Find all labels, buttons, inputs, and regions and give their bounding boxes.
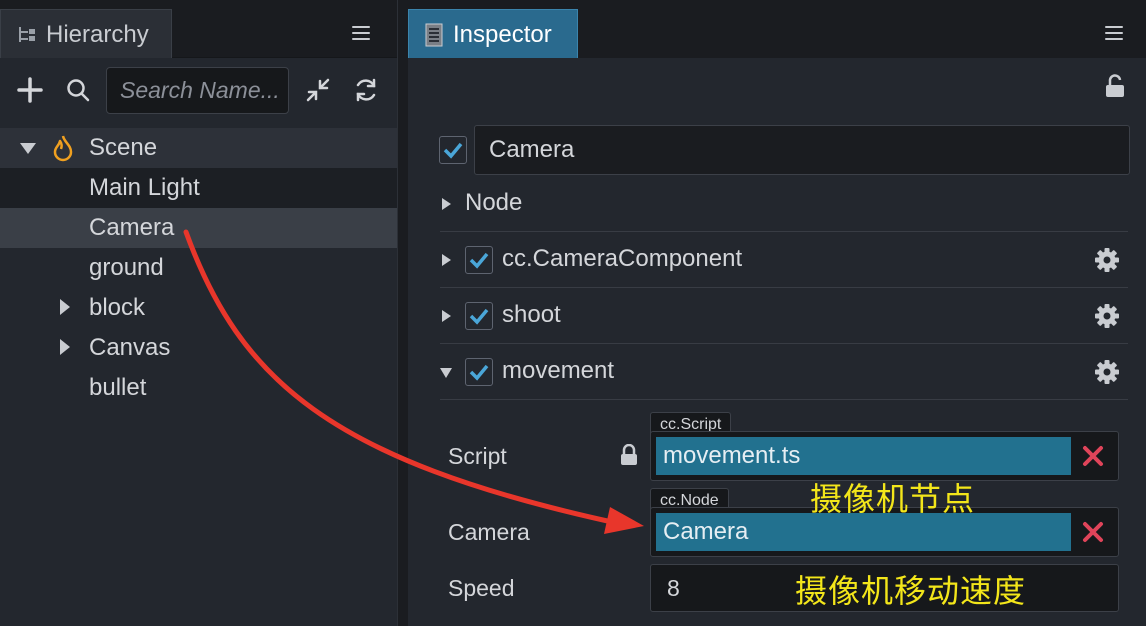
section-node[interactable]: Node (440, 176, 1128, 232)
check-icon (469, 308, 489, 325)
tree-row-bullet[interactable]: bullet (0, 368, 397, 408)
tree-item-label: Canvas (89, 334, 171, 361)
tree-row-camera[interactable]: Camera (0, 208, 397, 248)
check-icon (469, 364, 489, 381)
section-camera-component[interactable]: cc.CameraComponent (440, 232, 1128, 288)
expand-arrow-icon[interactable] (442, 198, 451, 210)
tree-row-ground[interactable]: ground (0, 248, 397, 288)
search-icon (67, 79, 90, 102)
expand-arrow-icon[interactable] (442, 254, 451, 266)
expand-arrow-icon[interactable] (60, 299, 70, 315)
clear-x-icon[interactable] (1081, 520, 1105, 544)
section-label: cc.CameraComponent (502, 245, 743, 272)
refresh-icon (356, 78, 376, 102)
tree-row-main-light[interactable]: Main Light (0, 168, 397, 208)
search-input[interactable]: Search Name... (106, 67, 289, 114)
hierarchy-tree-icon (19, 27, 35, 42)
script-ref-value[interactable]: movement.ts (656, 437, 1071, 475)
check-icon (469, 252, 489, 269)
prop-label-camera: Camera (448, 519, 530, 545)
unlock-icon[interactable] (1105, 74, 1125, 98)
tree-row-canvas[interactable]: Canvas (0, 328, 397, 368)
tree-item-label: ground (89, 254, 164, 281)
node-active-checkbox[interactable] (439, 136, 467, 164)
section-label: shoot (502, 301, 561, 328)
gear-icon[interactable] (1094, 247, 1120, 273)
section-movement[interactable]: movement (440, 344, 1128, 400)
hierarchy-panel: Hierarchy Search Name... Scene Main Ligh… (0, 0, 397, 626)
panel-divider[interactable] (397, 0, 408, 626)
component-enabled-checkbox[interactable] (465, 358, 493, 386)
hierarchy-tabbar: Hierarchy (0, 0, 397, 58)
tab-hierarchy-label: Hierarchy (46, 21, 149, 48)
tree-item-label: Camera (89, 214, 175, 241)
collapse-all-button[interactable] (300, 72, 336, 108)
component-enabled-checkbox[interactable] (465, 302, 493, 330)
lock-icon (621, 444, 637, 465)
check-icon (443, 142, 463, 159)
tree-row-scene[interactable]: Scene (0, 128, 397, 168)
inspector-tabbar: Inspector (408, 0, 1146, 58)
expand-arrow-icon[interactable] (20, 143, 36, 154)
collapse-arrow-icon[interactable] (440, 368, 452, 378)
tree-item-label: Main Light (89, 174, 200, 201)
node-name-field[interactable]: Camera (474, 125, 1130, 175)
expand-arrow-icon[interactable] (442, 310, 451, 322)
section-label: Node (465, 189, 523, 216)
tree-item-label: Scene (89, 134, 158, 161)
component-enabled-checkbox[interactable] (465, 246, 493, 274)
section-shoot[interactable]: shoot (440, 288, 1128, 344)
inspector-doc-icon (425, 23, 443, 47)
tree-item-label: block (89, 294, 146, 321)
clear-x-icon[interactable] (1081, 444, 1105, 468)
tree-row-block[interactable]: block (0, 288, 397, 328)
tab-inspector-label: Inspector (453, 21, 552, 48)
prop-label-speed: Speed (448, 575, 515, 601)
scene-flame-icon (53, 135, 73, 162)
inspector-panel: Inspector Camera Node cc.CameraComponent (408, 0, 1146, 626)
expand-arrow-icon[interactable] (60, 339, 70, 355)
annotation-camera-speed: 摄像机移动速度 (795, 572, 1027, 610)
plus-icon (17, 77, 43, 103)
collapse-arrows-icon (306, 78, 330, 102)
inspector-menu-icon[interactable] (1105, 26, 1123, 40)
refresh-button[interactable] (348, 72, 384, 108)
add-node-button[interactable] (12, 72, 48, 108)
tab-inspector[interactable]: Inspector (408, 9, 578, 58)
tree-item-label: bullet (89, 374, 147, 401)
gear-icon[interactable] (1094, 303, 1120, 329)
annotation-camera-node: 摄像机节点 (810, 480, 976, 518)
search-button[interactable] (60, 72, 96, 108)
hierarchy-menu-icon[interactable] (352, 26, 370, 40)
prop-label-script: Script (448, 443, 507, 469)
tab-hierarchy[interactable]: Hierarchy (0, 9, 172, 58)
hierarchy-toolbar: Search Name... (0, 58, 397, 126)
section-label: movement (502, 357, 615, 384)
gear-icon[interactable] (1094, 359, 1120, 385)
